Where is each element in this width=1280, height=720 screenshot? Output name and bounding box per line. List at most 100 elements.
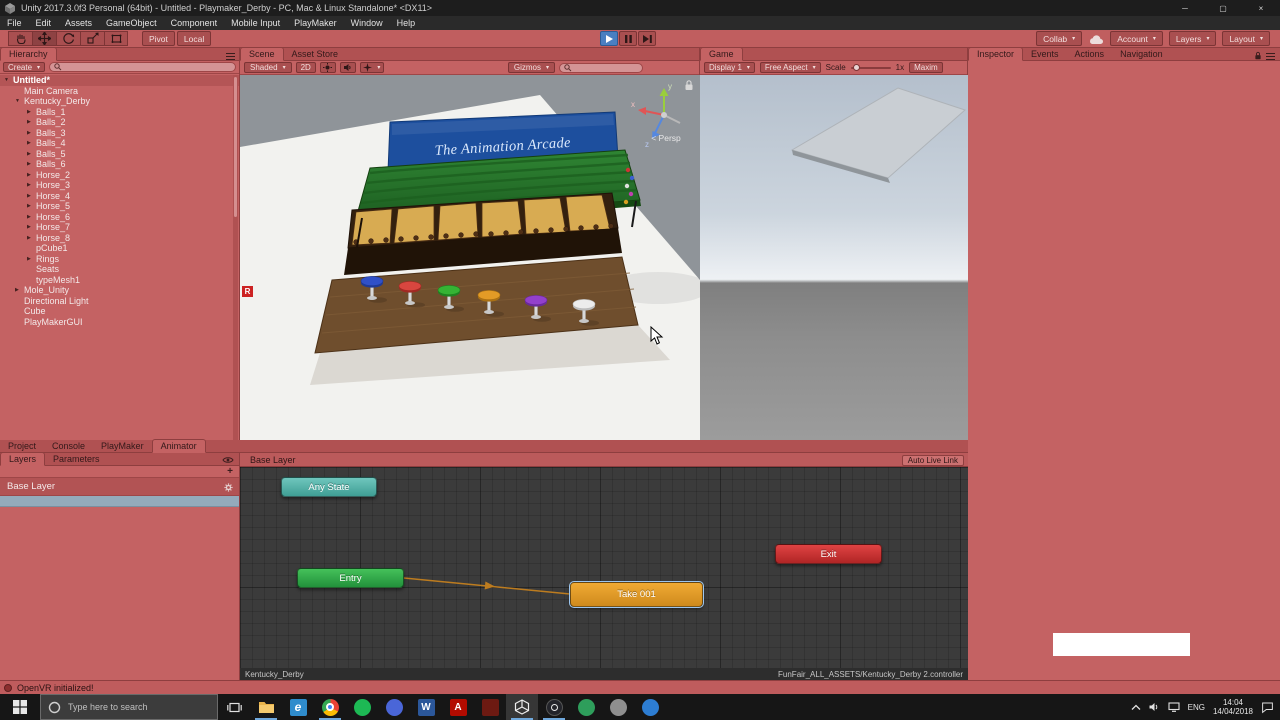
hierarchy-item[interactable]: Main Camera xyxy=(0,86,239,97)
state-node-entry[interactable]: Entry xyxy=(297,568,404,588)
tray-language[interactable]: ENG xyxy=(1188,703,1205,712)
add-layer-button[interactable]: + xyxy=(227,466,233,477)
tab-layers[interactable]: Layers xyxy=(0,452,46,466)
menu-file[interactable]: File xyxy=(0,16,29,30)
hierarchy-item[interactable]: Balls_5 xyxy=(0,149,239,160)
taskbar-icon-unity[interactable] xyxy=(506,694,538,720)
hierarchy-item[interactable]: Rings xyxy=(0,254,239,265)
step-button[interactable] xyxy=(638,31,656,46)
hierarchy-item[interactable]: Balls_2 xyxy=(0,117,239,128)
rotate-tool-button[interactable] xyxy=(56,31,80,46)
pivot-toggle-button[interactable]: Pivot xyxy=(142,31,175,46)
layer-weight-strip[interactable] xyxy=(0,496,239,507)
layout-dropdown[interactable]: Layout xyxy=(1222,31,1270,46)
audio-toggle[interactable] xyxy=(339,62,356,73)
tab-playmaker[interactable]: PlayMaker xyxy=(93,439,152,452)
hierarchy-item[interactable]: Balls_1 xyxy=(0,107,239,118)
gear-icon[interactable] xyxy=(224,483,233,492)
action-center-icon[interactable] xyxy=(1261,701,1274,714)
tab-asset-store[interactable]: Asset Store xyxy=(284,47,347,60)
display-dropdown[interactable]: Display 1 xyxy=(704,62,755,73)
maximize-on-play-toggle[interactable]: Maxim xyxy=(909,62,943,73)
hierarchy-item[interactable]: Balls_6 xyxy=(0,159,239,170)
taskbar-search-box[interactable]: Type here to search xyxy=(40,694,218,720)
taskbar-icon-app-green[interactable] xyxy=(570,694,602,720)
tab-actions[interactable]: Actions xyxy=(1067,47,1113,60)
auto-live-link-button[interactable]: Auto Live Link xyxy=(901,454,964,466)
task-view-button[interactable] xyxy=(218,694,250,720)
account-button[interactable]: Account xyxy=(1110,31,1163,46)
tab-game[interactable]: Game xyxy=(700,47,743,61)
aspect-dropdown[interactable]: Free Aspect xyxy=(759,62,821,73)
close-button[interactable]: × xyxy=(1242,0,1280,16)
taskbar-icon-spotify[interactable] xyxy=(346,694,378,720)
taskbar-icon-file-explorer[interactable] xyxy=(250,694,282,720)
scale-slider-knob[interactable] xyxy=(852,63,860,71)
taskbar-icon-app-dark-red[interactable] xyxy=(474,694,506,720)
layer-item-base[interactable]: Base Layer xyxy=(0,478,239,496)
taskbar-icon-app-blue-2[interactable] xyxy=(634,694,666,720)
lock-icon[interactable] xyxy=(684,79,694,91)
hierarchy-item[interactable]: typeMesh1 xyxy=(0,275,239,286)
hierarchy-scrollbar[interactable] xyxy=(233,75,238,440)
hierarchy-item[interactable]: Seats xyxy=(0,264,239,275)
state-node-any-state[interactable]: Any State xyxy=(281,477,377,497)
hierarchy-item[interactable]: Balls_3 xyxy=(0,128,239,139)
tab-scene[interactable]: Scene xyxy=(240,47,284,61)
taskbar-icon-app-gray[interactable] xyxy=(602,694,634,720)
taskbar-icon-obs[interactable] xyxy=(538,694,570,720)
menu-edit[interactable]: Edit xyxy=(29,16,59,30)
menu-mobile-input[interactable]: Mobile Input xyxy=(224,16,287,30)
hierarchy-item[interactable]: pCube1 xyxy=(0,243,239,254)
taskbar-icon-word[interactable]: W xyxy=(410,694,442,720)
state-node-exit[interactable]: Exit xyxy=(775,544,882,564)
hierarchy-item[interactable]: Horse_6 xyxy=(0,212,239,223)
effects-toggle[interactable] xyxy=(359,62,384,73)
menu-assets[interactable]: Assets xyxy=(58,16,99,30)
tab-navigation[interactable]: Navigation xyxy=(1112,47,1171,60)
rect-tool-button[interactable] xyxy=(104,31,128,46)
create-button[interactable]: Create xyxy=(3,62,46,72)
volume-icon[interactable] xyxy=(1149,702,1160,712)
eye-icon[interactable] xyxy=(222,456,234,464)
inspector-menu-icon[interactable] xyxy=(1266,53,1275,60)
hierarchy-item[interactable]: Horse_8 xyxy=(0,233,239,244)
start-button[interactable] xyxy=(0,694,40,720)
minimize-button[interactable]: ─ xyxy=(1166,0,1204,16)
tab-parameters[interactable]: Parameters xyxy=(45,452,108,465)
2d-toggle[interactable]: 2D xyxy=(295,62,316,73)
hierarchy-item[interactable]: Balls_4 xyxy=(0,138,239,149)
inspector-lock-icon[interactable] xyxy=(1254,51,1262,60)
tab-animator[interactable]: Animator xyxy=(151,439,206,453)
hierarchy-item[interactable]: Horse_2 xyxy=(0,170,239,181)
taskbar-icon-acrobat[interactable]: A xyxy=(442,694,474,720)
layers-dropdown[interactable]: Layers xyxy=(1168,31,1217,46)
local-toggle-button[interactable]: Local xyxy=(176,31,212,46)
play-button[interactable] xyxy=(600,31,618,46)
tab-hierarchy[interactable]: Hierarchy xyxy=(0,47,57,61)
lighting-toggle[interactable] xyxy=(319,62,336,73)
pause-button[interactable] xyxy=(619,31,637,46)
persp-label[interactable]: < Persp xyxy=(634,133,698,143)
collab-button[interactable]: Collab xyxy=(1036,31,1083,46)
state-node-take-001[interactable]: Take 001 xyxy=(569,581,704,608)
taskbar-icon-edge[interactable]: e xyxy=(282,694,314,720)
tab-events[interactable]: Events xyxy=(1023,47,1067,60)
game-viewport[interactable] xyxy=(700,75,968,440)
hierarchy-item[interactable]: Kentucky_Derby xyxy=(0,96,239,107)
tab-project[interactable]: Project xyxy=(0,439,44,452)
hierarchy-item[interactable]: Cube xyxy=(0,306,239,317)
hierarchy-menu-icon[interactable] xyxy=(226,53,235,60)
cloud-icon[interactable] xyxy=(1088,33,1104,45)
tab-inspector[interactable]: Inspector xyxy=(968,47,1024,61)
hierarchy-item[interactable]: Horse_7 xyxy=(0,222,239,233)
tray-clock[interactable]: 14:04 14/04/2018 xyxy=(1213,698,1253,716)
editor-status-bar[interactable]: OpenVR initialized! xyxy=(0,680,1280,694)
tab-console[interactable]: Console xyxy=(44,439,93,452)
hierarchy-item[interactable]: Horse_5 xyxy=(0,201,239,212)
hand-tool-button[interactable] xyxy=(8,31,32,46)
menu-gameobject[interactable]: GameObject xyxy=(99,16,164,30)
scale-tool-button[interactable] xyxy=(80,31,104,46)
breadcrumb[interactable]: Base Layer xyxy=(250,455,296,465)
menu-window[interactable]: Window xyxy=(344,16,390,30)
